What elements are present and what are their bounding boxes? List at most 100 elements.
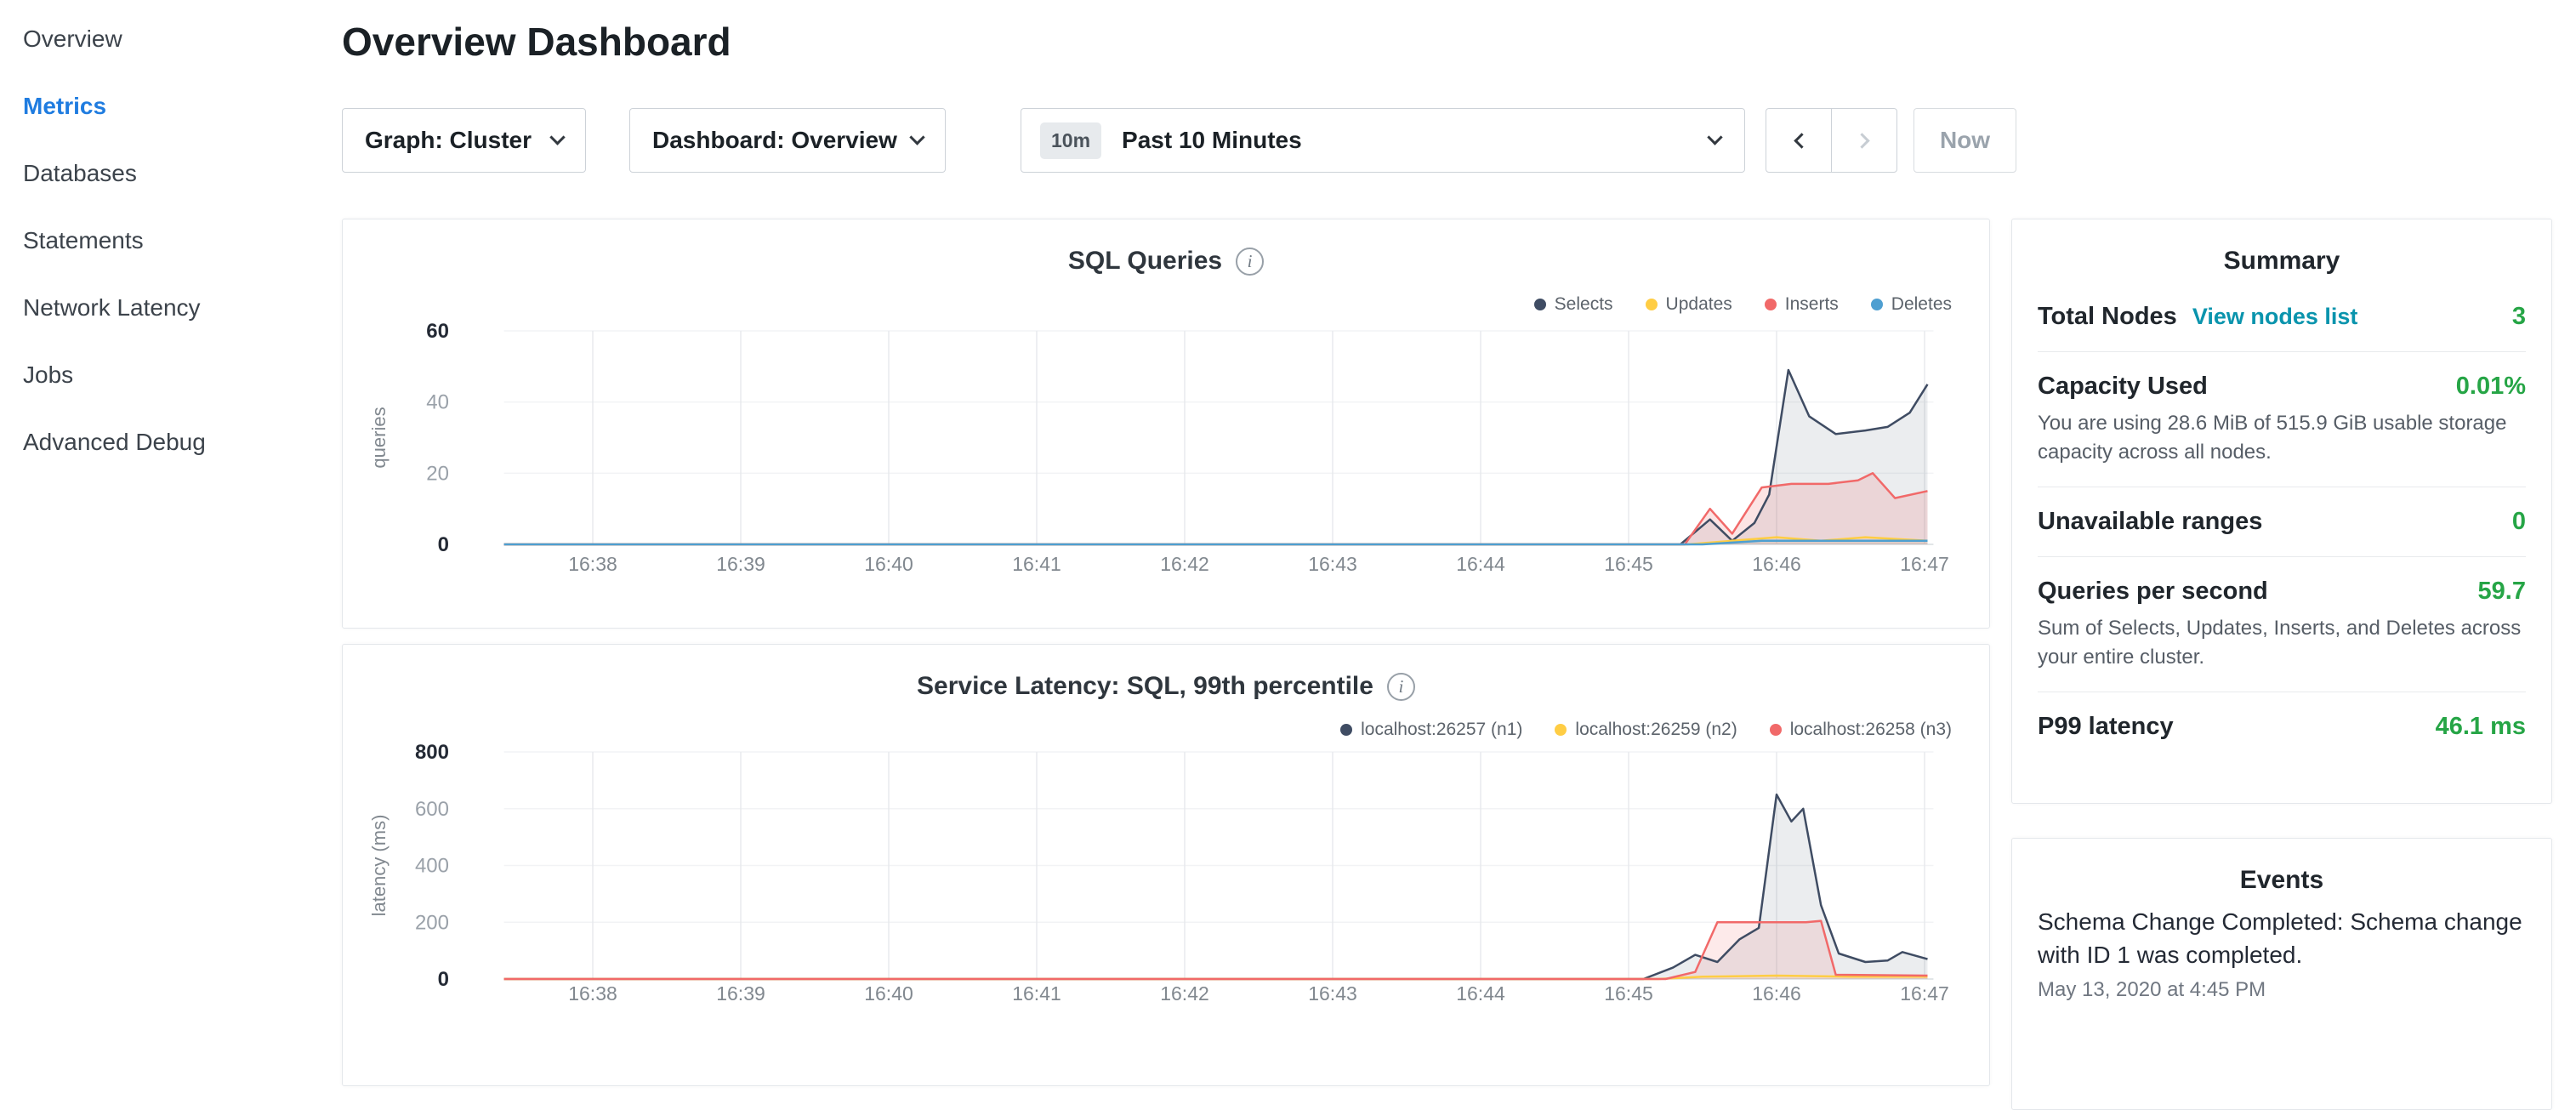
dashboard-dropdown-label: Dashboard: Overview <box>652 127 897 154</box>
summary-row-label: P99 latency <box>2038 713 2174 741</box>
event-message: Schema Change Completed: Schema change w… <box>2038 905 2526 971</box>
legend-label: localhost:26257 (n1) <box>1361 720 1522 740</box>
info-icon[interactable]: i <box>1387 673 1415 701</box>
legend-dot-icon <box>1646 299 1658 310</box>
legend-item-selects[interactable]: Selects <box>1534 294 1613 315</box>
sidebar-item-advanced-debug[interactable]: Advanced Debug <box>0 408 336 475</box>
svg-text:16:40: 16:40 <box>864 982 913 1005</box>
sidebar-item-statements[interactable]: Statements <box>0 207 336 274</box>
time-prev-button[interactable] <box>1766 108 1832 173</box>
legend-dot-icon <box>1770 724 1782 736</box>
svg-text:16:43: 16:43 <box>1308 982 1357 1005</box>
summary-row-value: 46.1 ms <box>2436 713 2526 741</box>
summary-row: Total Nodes View nodes list 3 <box>2038 282 2526 352</box>
legend-dot-icon <box>1534 299 1546 310</box>
sidebar-item-metrics[interactable]: Metrics <box>0 72 336 139</box>
svg-text:16:47: 16:47 <box>1900 982 1949 1005</box>
chevron-left-icon <box>1794 133 1809 148</box>
summary-panel: Summary Total Nodes View nodes list 3 Capac… <box>2011 219 2552 804</box>
svg-text:16:38: 16:38 <box>568 982 617 1005</box>
sql-queries-chart[interactable]: 16:3816:3916:4016:4116:4216:4316:4416:45… <box>343 313 1991 594</box>
info-icon[interactable]: i <box>1236 248 1264 276</box>
chevron-down-icon <box>909 129 924 145</box>
legend-item-inserts[interactable]: Inserts <box>1765 294 1839 315</box>
sidebar-item-network-latency[interactable]: Network Latency <box>0 274 336 341</box>
legend-dot-icon <box>1765 299 1777 310</box>
service-latency-chart[interactable]: 16:3816:3916:4016:4116:4216:4316:4416:45… <box>343 738 1991 1027</box>
chevron-right-icon <box>1854 133 1869 148</box>
chart-title-row: Service Latency: SQL, 99th percentile i <box>343 672 1989 701</box>
legend-label: Inserts <box>1785 294 1839 315</box>
page-title: Overview Dashboard <box>342 19 731 65</box>
summary-row-description: You are using 28.6 MiB of 515.9 GiB usab… <box>2038 409 2526 466</box>
sidebar-item-databases[interactable]: Databases <box>0 139 336 207</box>
summary-title: Summary <box>2012 247 2551 276</box>
svg-text:16:42: 16:42 <box>1160 982 1209 1005</box>
time-window-label: Past 10 Minutes <box>1122 127 1709 154</box>
summary-row: Unavailable ranges 0 <box>2038 487 2526 557</box>
summary-row-label: Unavailable ranges <box>2038 508 2262 536</box>
sidebar: OverviewMetricsDatabasesStatementsNetwor… <box>0 0 336 1051</box>
svg-text:latency (ms): latency (ms) <box>368 815 390 917</box>
summary-row: Queries per second 59.7 Sum of Selects, Up… <box>2038 557 2526 692</box>
time-window-badge: 10m <box>1040 122 1101 159</box>
svg-text:16:38: 16:38 <box>568 553 617 575</box>
svg-text:20: 20 <box>426 462 449 485</box>
legend-label: localhost:26258 (n3) <box>1790 720 1952 740</box>
chart-title: Service Latency: SQL, 99th percentile <box>917 672 1373 701</box>
chart-title: SQL Queries <box>1068 247 1222 276</box>
events-panel: Events Schema Change Completed: Schema c… <box>2011 838 2552 1110</box>
dashboard-dropdown[interactable]: Dashboard: Overview <box>629 108 946 173</box>
summary-row-label: Total Nodes <box>2038 303 2177 331</box>
time-window-selector[interactable]: 10m Past 10 Minutes <box>1021 108 1745 173</box>
summary-row-value: 3 <box>2512 303 2526 331</box>
view-nodes-list-link[interactable]: View nodes list <box>2192 304 2358 330</box>
sidebar-nav-list: OverviewMetricsDatabasesStatementsNetwor… <box>0 0 336 475</box>
svg-text:16:45: 16:45 <box>1604 553 1653 575</box>
graph-dropdown[interactable]: Graph: Cluster <box>342 108 586 173</box>
legend-item-updates[interactable]: Updates <box>1646 294 1732 315</box>
event-item: Schema Change Completed: Schema change w… <box>2038 905 2526 1002</box>
chart-legend: Selects Updates Inserts Deletes <box>1534 294 1952 315</box>
sql-queries-chart-panel: SQL Queries i Selects Updates Inserts Delet… <box>342 219 1990 629</box>
summary-row-value: 0 <box>2512 508 2526 536</box>
svg-text:16:41: 16:41 <box>1012 553 1061 575</box>
chevron-down-icon <box>1707 129 1722 145</box>
summary-rows: Total Nodes View nodes list 3 Capacity Used… <box>2012 282 2551 761</box>
summary-row: Capacity Used0.01%You are using 28.6 MiB… <box>2038 352 2526 487</box>
legend-dot-icon <box>1871 299 1883 310</box>
summary-row-value: 0.01% <box>2456 373 2526 401</box>
svg-text:16:42: 16:42 <box>1160 553 1209 575</box>
svg-text:16:47: 16:47 <box>1900 553 1949 575</box>
svg-text:16:43: 16:43 <box>1308 553 1357 575</box>
svg-text:16:39: 16:39 <box>716 553 765 575</box>
graph-dropdown-label: Graph: Cluster <box>365 127 532 154</box>
chevron-down-icon <box>549 129 565 145</box>
legend-item-localhost-26257-n1-[interactable]: localhost:26257 (n1) <box>1340 720 1522 740</box>
service-latency-chart-panel: Service Latency: SQL, 99th percentile i … <box>342 644 1990 1086</box>
summary-row-description: Sum of Selects, Updates, Inserts, and De… <box>2038 614 2526 671</box>
legend-item-localhost-26258-n3-[interactable]: localhost:26258 (n3) <box>1770 720 1952 740</box>
summary-row-label: Queries per second <box>2038 578 2268 606</box>
legend-item-localhost-26259-n2-[interactable]: localhost:26259 (n2) <box>1555 720 1737 740</box>
chart-title-row: SQL Queries i <box>343 247 1989 276</box>
legend-label: Selects <box>1555 294 1613 315</box>
sidebar-item-jobs[interactable]: Jobs <box>0 341 336 408</box>
legend-label: Updates <box>1666 294 1732 315</box>
svg-text:200: 200 <box>415 911 449 934</box>
svg-text:0: 0 <box>438 968 449 991</box>
svg-text:16:46: 16:46 <box>1752 982 1801 1005</box>
sidebar-item-overview[interactable]: Overview <box>0 5 336 72</box>
now-button[interactable]: Now <box>1914 108 2016 173</box>
legend-item-deletes[interactable]: Deletes <box>1871 294 1952 315</box>
svg-text:16:40: 16:40 <box>864 553 913 575</box>
time-next-button <box>1831 108 1897 173</box>
svg-text:60: 60 <box>426 320 449 343</box>
svg-text:800: 800 <box>415 741 449 764</box>
svg-text:16:46: 16:46 <box>1752 553 1801 575</box>
svg-text:16:44: 16:44 <box>1456 982 1505 1005</box>
summary-row-value: 59.7 <box>2478 578 2526 606</box>
event-timestamp: May 13, 2020 at 4:45 PM <box>2038 978 2526 1002</box>
svg-text:16:45: 16:45 <box>1604 982 1653 1005</box>
svg-text:600: 600 <box>415 798 449 821</box>
